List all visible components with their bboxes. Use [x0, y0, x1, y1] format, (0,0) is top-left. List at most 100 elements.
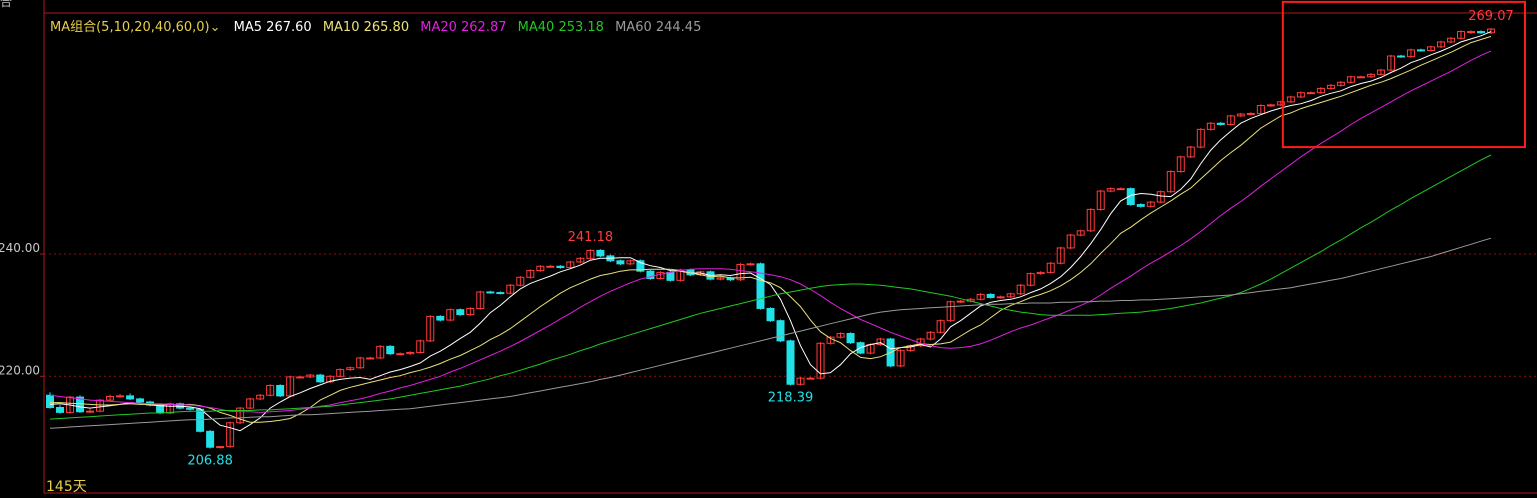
candle	[1036, 271, 1045, 275]
candle	[1206, 122, 1215, 131]
candle	[456, 308, 465, 316]
candle	[1386, 54, 1395, 72]
candle	[786, 339, 795, 386]
candle-body	[786, 340, 795, 385]
candlestick-chart[interactable]: 240.00 220.00 206.88 241.18 218.39 269.07	[0, 0, 1537, 498]
candle	[1226, 114, 1235, 126]
candle	[1306, 91, 1315, 95]
candle	[226, 421, 235, 448]
candle	[376, 345, 385, 360]
candle	[1136, 203, 1145, 208]
candle-body	[616, 260, 625, 265]
candle	[256, 394, 265, 401]
candle	[1106, 187, 1115, 193]
candle	[86, 408, 95, 413]
candle	[1246, 112, 1255, 116]
candle-body	[1466, 31, 1475, 34]
candle	[486, 290, 495, 294]
candle-body	[86, 410, 95, 413]
last-high-label: 269.07	[1468, 9, 1514, 24]
candle	[616, 259, 625, 266]
candle-body	[1416, 49, 1425, 52]
candle	[1266, 103, 1275, 107]
ma20-legend: MA20 262.87	[420, 20, 507, 35]
candle-body	[756, 263, 765, 309]
candle	[656, 271, 665, 280]
candle	[436, 315, 445, 322]
ma40-line	[49, 154, 1492, 420]
candle	[756, 262, 765, 310]
candle-body	[186, 407, 195, 410]
candle-body	[746, 263, 755, 266]
candle-body	[556, 265, 565, 269]
candle	[896, 349, 905, 368]
ma40-legend: MA40 253.18	[517, 20, 604, 35]
candle	[236, 406, 245, 424]
candle	[806, 376, 815, 380]
candle	[1216, 122, 1225, 126]
candle-body	[546, 265, 555, 268]
candle	[1416, 48, 1425, 52]
candle	[296, 375, 305, 379]
candle	[1376, 68, 1385, 76]
candle	[996, 295, 1005, 299]
candle	[446, 308, 455, 322]
candle	[416, 339, 425, 354]
candle-body	[666, 271, 675, 281]
ma-combo-selector[interactable]: MA组合(5,10,20,40,60,0)	[50, 20, 210, 35]
candle-body	[1266, 104, 1275, 107]
candle	[356, 356, 365, 369]
candle-body	[396, 353, 405, 356]
period-days-label: 145天	[46, 479, 87, 495]
candle	[646, 269, 655, 280]
candle	[1196, 128, 1205, 149]
candle-body	[1476, 31, 1485, 34]
candle-body	[1396, 55, 1405, 58]
candle	[1466, 30, 1475, 34]
ma-legend: MA组合(5,10,20,40,60,0)⌄ MA5 267.60 MA10 2…	[50, 16, 708, 35]
candle-body	[126, 395, 135, 400]
candle-body	[806, 377, 815, 380]
chevron-down-icon[interactable]: ⌄	[210, 20, 221, 35]
candle	[1156, 190, 1165, 204]
candle	[1176, 155, 1185, 173]
candle-body	[986, 293, 995, 298]
candle	[1236, 112, 1245, 118]
candle	[426, 315, 435, 343]
candle	[1296, 91, 1305, 99]
candle	[1316, 87, 1325, 94]
candle	[796, 376, 805, 386]
mid-low-label: 218.39	[768, 390, 814, 405]
candle	[1456, 30, 1465, 40]
candle-body	[386, 345, 395, 355]
candle-body	[766, 307, 775, 322]
candle	[196, 408, 205, 433]
ma10-line	[50, 35, 1492, 423]
candle	[506, 284, 515, 295]
candle	[546, 265, 555, 268]
ma10-legend: MA10 265.80	[322, 20, 410, 35]
candle	[1186, 145, 1195, 159]
candle-body	[1116, 188, 1125, 191]
candle	[1146, 200, 1155, 208]
candle	[1396, 54, 1405, 58]
candle	[396, 352, 405, 356]
candle	[926, 331, 935, 341]
candle	[316, 373, 325, 384]
chart-axes: 240.00 220.00	[0, 0, 1537, 494]
corner-label: 合	[0, 0, 13, 9]
candle	[556, 265, 565, 269]
candle	[116, 394, 125, 398]
candle	[766, 307, 775, 322]
candle	[136, 397, 145, 404]
candle	[1326, 84, 1335, 90]
candle	[216, 445, 225, 449]
candle	[1006, 292, 1015, 299]
candle	[946, 300, 955, 322]
candle-body	[1356, 76, 1365, 79]
candle-body	[196, 408, 205, 432]
candle	[846, 332, 855, 344]
candle	[1026, 272, 1035, 287]
ma20-line	[49, 50, 1492, 413]
candle-body	[996, 296, 1005, 299]
